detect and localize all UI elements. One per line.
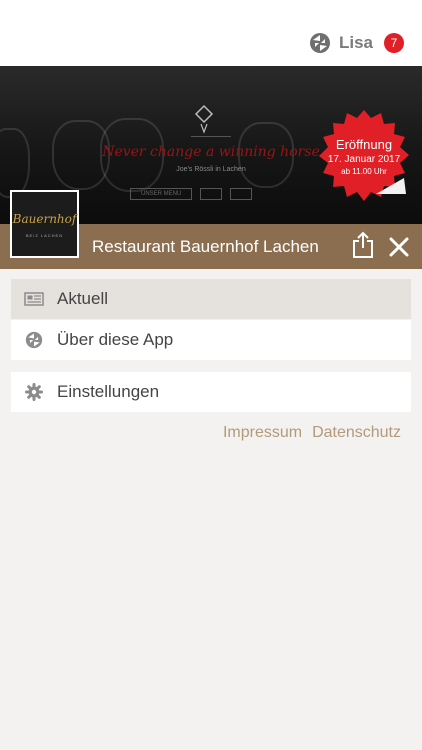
menu-item-settings[interactable]: Einstellungen [11, 372, 411, 412]
newspaper-icon [24, 292, 44, 306]
user-profile[interactable]: Lisa 7 [309, 32, 404, 54]
promo-time: ab 11.00 Uhr [341, 166, 387, 176]
hero-divider [191, 136, 231, 137]
logo-script-text: Bauernhof [12, 212, 77, 226]
hero-button[interactable] [200, 188, 223, 200]
menu-item-label: Einstellungen [57, 382, 160, 401]
hero-button[interactable] [230, 188, 253, 200]
horse-emblem-icon [194, 104, 214, 134]
promo-text: Eröffnung 17. Januar 2017 ab 11.00 Uhr [316, 108, 412, 204]
menu-item-label: Aktuell [57, 289, 109, 308]
menu-item-about[interactable]: Über diese App [11, 320, 411, 360]
promo-date: 17. Januar 2017 [327, 153, 401, 165]
menu-item-aktuell[interactable]: Aktuell [11, 279, 411, 319]
user-name: Lisa [338, 33, 373, 52]
logo-subtitle: BEIZ LACHEN [25, 233, 64, 238]
impressum-link[interactable]: Impressum [223, 424, 302, 442]
notification-badge[interactable]: 7 [384, 33, 404, 53]
restaurant-logo: Bauernhof BEIZ LACHEN [10, 190, 79, 258]
menu-item-label: Über diese App [57, 330, 174, 349]
app-logo-icon [25, 331, 43, 349]
close-icon[interactable] [388, 236, 410, 258]
gear-icon [25, 383, 43, 401]
datenschutz-link[interactable]: Datenschutz [312, 424, 401, 442]
share-icon[interactable] [351, 231, 375, 259]
hero-buttons: UNSER MENU [130, 188, 253, 200]
restaurant-name: Restaurant Bauernhof Lachen [92, 237, 319, 256]
top-bar: Lisa 7 [0, 0, 422, 66]
wine-glass-decoration [0, 128, 30, 198]
footer-links: Impressum Datenschutz [223, 424, 401, 442]
hero-menu-button[interactable]: UNSER MENU [130, 188, 193, 200]
app-logo-icon [309, 33, 330, 53]
promo-title: Eröffnung [335, 136, 393, 152]
